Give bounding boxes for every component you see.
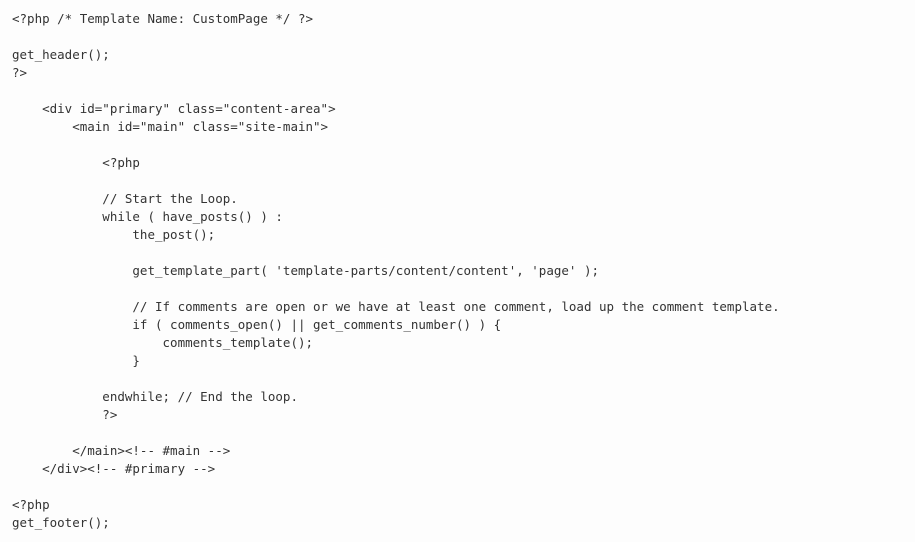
code-block: <?php /* Template Name: CustomPage */ ?>…: [0, 0, 915, 542]
